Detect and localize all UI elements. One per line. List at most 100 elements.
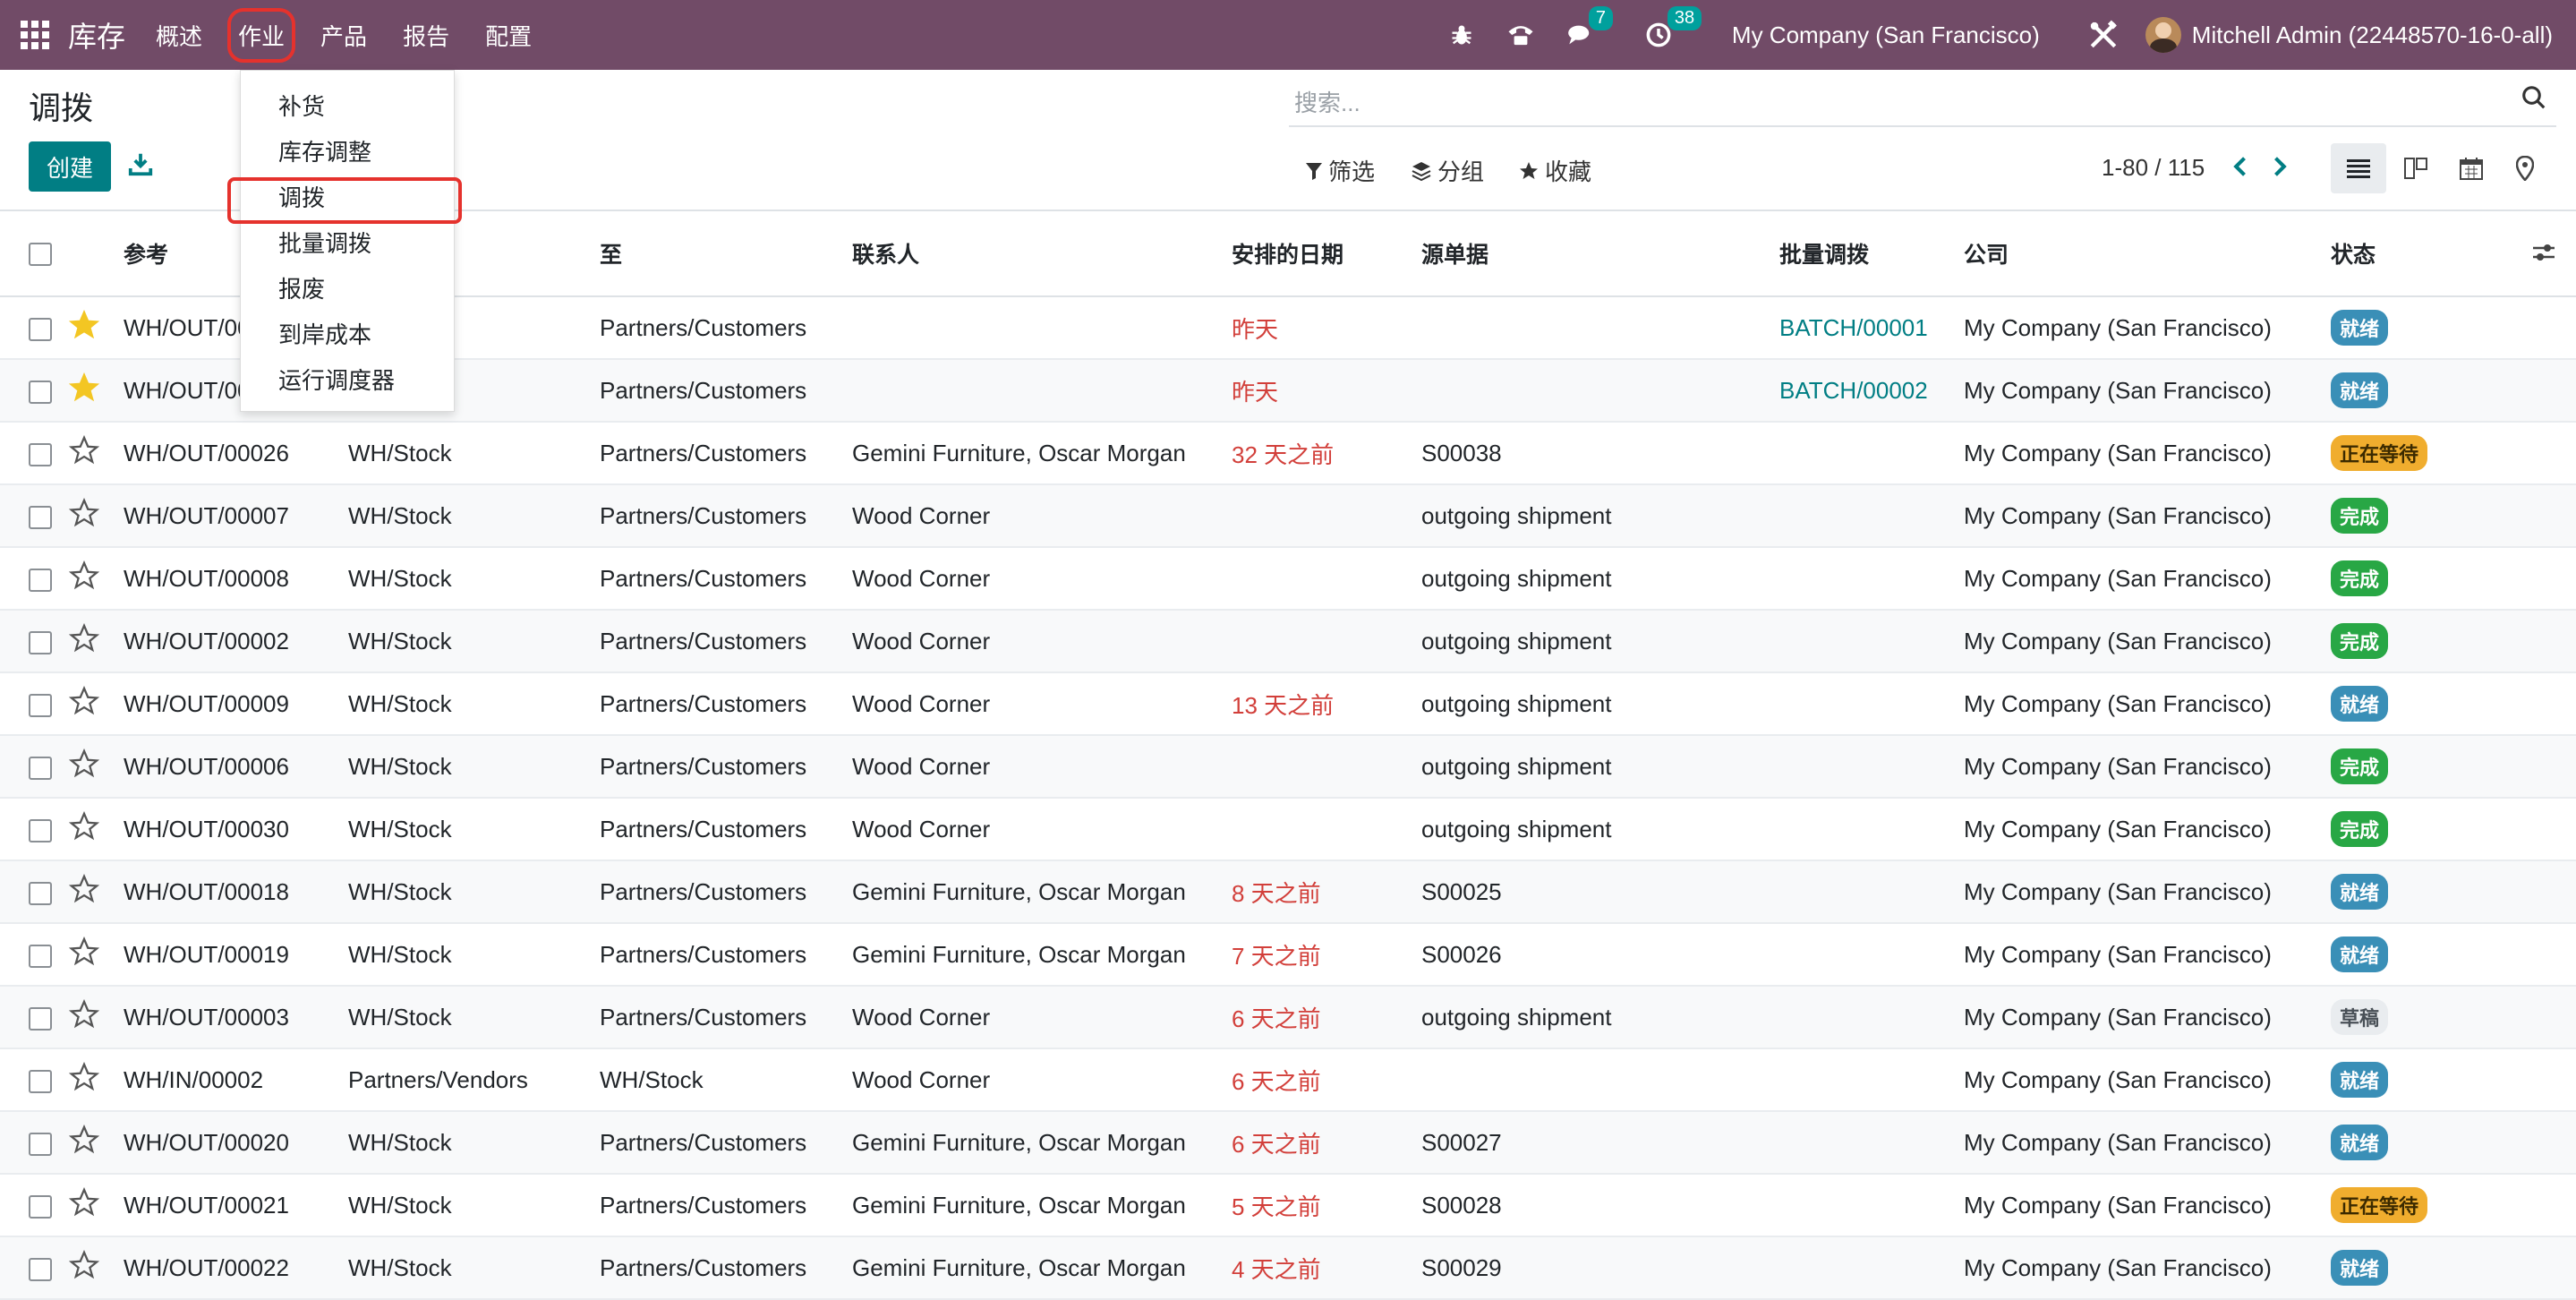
calendar-view-icon[interactable] (2444, 143, 2499, 193)
messages-icon[interactable]: 7 (1567, 6, 1614, 47)
cell-reference: WH/OUT/00026 (124, 422, 347, 485)
app-brand[interactable]: 库存 (68, 14, 125, 56)
row-checkbox[interactable] (29, 1257, 52, 1281)
select-all-checkbox[interactable] (29, 242, 52, 266)
row-checkbox[interactable] (29, 317, 52, 341)
cell-batch-transfer[interactable]: BATCH/00002 (1770, 359, 1955, 423)
pager-value[interactable]: 1-80 / 115 (2102, 154, 2205, 182)
row-checkbox[interactable] (29, 756, 52, 780)
company-switcher[interactable]: My Company (San Francisco) (1732, 21, 2040, 49)
table-row[interactable]: WH/OUT/00030 WH/Stock Partners/Customers Wo… (0, 798, 2576, 861)
cell-batch-transfer[interactable]: BATCH/00001 (1770, 296, 1955, 360)
star-outline-icon[interactable] (68, 748, 100, 784)
row-checkbox[interactable] (29, 568, 52, 592)
star-outline-icon[interactable] (68, 873, 100, 910)
pager-previous-icon[interactable] (2229, 154, 2256, 181)
dropdown-item-replenishment[interactable]: 补货 (278, 89, 325, 122)
table-row[interactable]: WH/OUT/00020 WH/Stock Partners/Customers Ge… (0, 1111, 2576, 1175)
search-icon[interactable] (2521, 84, 2553, 116)
app-switcher-icon[interactable] (18, 18, 52, 52)
table-row[interactable]: WH/OUT/00006 WH/Stock Partners/Customers Wo… (0, 735, 2576, 799)
star-outline-icon[interactable] (68, 998, 100, 1035)
menu-configuration[interactable]: 配置 (485, 19, 532, 52)
debug-bug-icon[interactable] (1449, 22, 1474, 47)
column-contact[interactable]: 联系人 (843, 211, 1223, 297)
column-source-document[interactable]: 源单据 (1412, 211, 1770, 297)
column-to[interactable]: 至 (591, 211, 843, 297)
table-row[interactable]: WH/OUT/00008 WH/Stock Partners/Customers Wo… (0, 547, 2576, 611)
table-row[interactable]: WH/OUT/00009 WH/Stock Partners/Customers Wo… (0, 672, 2576, 736)
kanban-view-icon[interactable] (2388, 143, 2444, 193)
star-outline-icon[interactable] (68, 1124, 100, 1160)
pager-next-icon[interactable] (2266, 154, 2293, 181)
row-checkbox[interactable] (29, 1132, 52, 1156)
search-input[interactable] (1292, 84, 2495, 122)
row-checkbox[interactable] (29, 630, 52, 654)
table-row[interactable]: WH/OUT/00007 WH/Stock Partners/Customers Wo… (0, 484, 2576, 548)
menu-overview[interactable]: 概述 (156, 19, 202, 52)
star-filled-icon[interactable] (68, 309, 100, 346)
menu-operations[interactable]: 作业 (227, 7, 296, 63)
column-scheduled-date[interactable]: 安排的日期 (1223, 211, 1412, 297)
dropdown-item-run-scheduler[interactable]: 运行调度器 (278, 363, 395, 396)
table-row[interactable]: WH/OUT/00019 WH/Stock Partners/Customers Ge… (0, 923, 2576, 987)
row-checkbox[interactable] (29, 1006, 52, 1031)
table-row[interactable]: WH/IN/00002 Partners/Vendors WH/Stock Wood … (0, 1048, 2576, 1112)
row-checkbox[interactable] (29, 505, 52, 529)
phone-icon[interactable] (1506, 22, 1535, 47)
row-checkbox[interactable] (29, 442, 52, 466)
download-icon[interactable] (127, 150, 156, 179)
dropdown-item-inventory-adjustment[interactable]: 库存调整 (278, 134, 371, 167)
favorites-button[interactable]: 收藏 (1518, 154, 1591, 187)
table-row[interactable]: WH/OUT/00021 WH/Stock Partners/Customers Ge… (0, 1174, 2576, 1237)
group-by-button[interactable]: 分组 (1411, 154, 1484, 187)
star-outline-icon[interactable] (68, 810, 100, 847)
star-outline-icon[interactable] (68, 622, 100, 659)
optional-columns-toggle-icon[interactable] (2531, 242, 2556, 269)
star-outline-icon[interactable] (68, 1249, 100, 1286)
row-checkbox[interactable] (29, 1194, 52, 1219)
menu-products[interactable]: 产品 (320, 19, 367, 52)
table-row[interactable]: WH/OUT/00003 WH/Stock Partners/Customers Wo… (0, 986, 2576, 1049)
row-checkbox[interactable] (29, 818, 52, 842)
activities-clock-icon[interactable]: 38 (1646, 6, 1702, 47)
user-menu[interactable]: Mitchell Admin (22448570-16-0-all) (2145, 17, 2553, 53)
dropdown-item-scrap[interactable]: 报废 (278, 271, 325, 304)
map-view-icon[interactable] (2497, 143, 2553, 193)
table-row[interactable]: WH/OUT/00026 WH/Stock Partners/Customers Ge… (0, 422, 2576, 485)
cell-to: Partners/Customers (591, 1236, 843, 1300)
row-checkbox[interactable] (29, 693, 52, 717)
cell-scheduled-date: 5 天之前 (1223, 1174, 1412, 1237)
star-filled-icon[interactable] (68, 372, 100, 408)
dropdown-item-batch-transfers[interactable]: 批量调拨 (278, 226, 371, 259)
operations-dropdown: 补货 库存调整 调拨 批量调拨 报废 到岸成本 运行调度器 (240, 70, 455, 412)
column-company[interactable]: 公司 (1955, 211, 2322, 297)
table-row[interactable]: WH/OUT/00022 WH/Stock Partners/Customers Ge… (0, 1236, 2576, 1300)
status-badge: 完成 (2331, 748, 2389, 784)
create-button[interactable]: 创建 (29, 141, 111, 192)
menu-reporting[interactable]: 报告 (403, 19, 449, 52)
row-checkbox[interactable] (29, 881, 52, 905)
dropdown-item-transfers[interactable]: 调拨 (278, 180, 325, 213)
column-status[interactable]: 状态 (2322, 211, 2576, 297)
star-outline-icon[interactable] (68, 936, 100, 972)
row-checkbox[interactable] (29, 944, 52, 968)
star-outline-icon[interactable] (68, 1186, 100, 1223)
favorites-label: 收藏 (1545, 158, 1592, 185)
table-row[interactable]: WH/OUT/00018 WH/Stock Partners/Customers Ge… (0, 860, 2576, 924)
row-checkbox[interactable] (29, 380, 52, 404)
star-outline-icon[interactable] (68, 1061, 100, 1098)
list-view-icon[interactable] (2331, 143, 2386, 193)
star-outline-icon[interactable] (68, 560, 100, 596)
tools-icon[interactable] (2088, 20, 2119, 50)
filter-button[interactable]: 筛选 (1305, 154, 1375, 187)
star-outline-icon[interactable] (68, 685, 100, 722)
table-row[interactable]: WH/OUT/00002 WH/Stock Partners/Customers Wo… (0, 610, 2576, 673)
row-checkbox[interactable] (29, 1069, 52, 1093)
star-outline-icon[interactable] (68, 497, 100, 534)
cell-contact (843, 296, 1223, 360)
cell-contact: Gemini Furniture, Oscar Morgan (843, 860, 1223, 924)
dropdown-item-landed-costs[interactable]: 到岸成本 (278, 317, 371, 350)
star-outline-icon[interactable] (68, 434, 100, 471)
column-batch-transfer[interactable]: 批量调拨 (1770, 211, 1955, 297)
